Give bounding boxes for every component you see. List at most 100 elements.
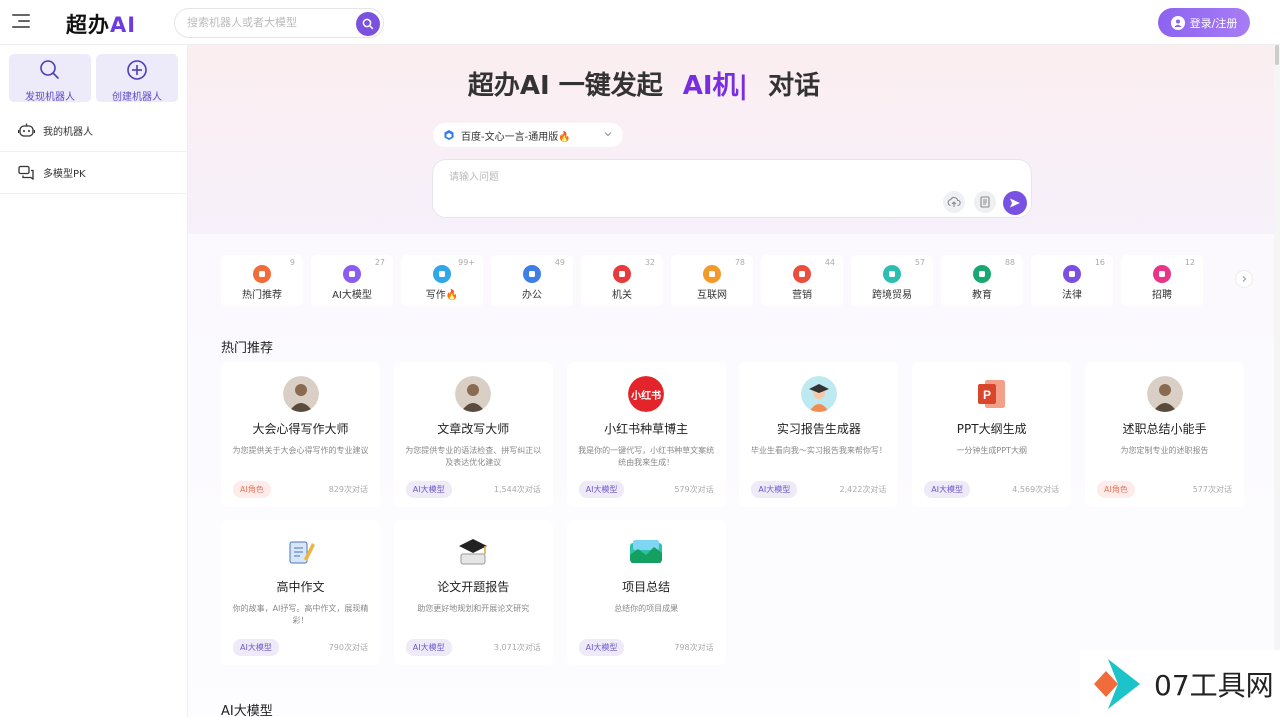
menu-toggle-icon[interactable]	[12, 14, 30, 30]
hero-title-highlight: AI机|	[682, 71, 749, 101]
category-tab[interactable]: 32 机关	[581, 255, 663, 306]
category-tab[interactable]: 9 热门推荐	[221, 255, 303, 306]
category-tab[interactable]: 44 营销	[761, 255, 843, 306]
bot-name: 实习报告生成器	[776, 422, 861, 436]
category-tab[interactable]: 49 办公	[491, 255, 573, 306]
bot-card[interactable]: 实习报告生成器 毕业生看向我～实习报告我来帮你写！ AI大模型 2,422次对话	[739, 362, 899, 507]
bot-tag: AI大模型	[924, 481, 971, 498]
plus-circle-icon	[127, 60, 147, 80]
category-label: 教育	[972, 290, 992, 301]
category-icon	[703, 265, 721, 283]
category-count: 57	[914, 258, 925, 267]
category-count: 16	[1094, 258, 1105, 267]
category-next-button[interactable]	[1235, 270, 1253, 288]
category-tab[interactable]: 99+ 写作🔥	[401, 255, 483, 306]
watermark: 07工具网	[1080, 650, 1280, 717]
category-icon	[253, 265, 271, 283]
upload-button[interactable]	[943, 191, 965, 213]
discover-bots-label: 发现机器人	[25, 92, 75, 103]
bot-description: 为您定制专业的述职报告	[1120, 446, 1209, 455]
discover-bots-button[interactable]: 发现机器人	[9, 54, 91, 103]
category-tab[interactable]: 57 跨境贸易	[851, 255, 933, 306]
category-label: 互联网	[697, 290, 727, 301]
bot-avatar	[800, 376, 837, 412]
category-label: 法律	[1062, 290, 1082, 301]
category-label: 办公	[522, 290, 542, 301]
bot-name: PPT大纲生成	[956, 422, 1027, 436]
category-tab[interactable]: 12 招聘	[1121, 255, 1203, 306]
bot-card[interactable]: 大会心得写作大师 为您提供关于大会心得写作的专业建议 AI角色 829次对话	[221, 362, 380, 507]
bot-tag: AI大模型	[578, 639, 625, 656]
sidebar-item-label: 我的机器人	[43, 127, 93, 138]
category-count: 99+	[458, 258, 475, 267]
content-area: 9 热门推荐 27 AI大模型 99+ 写作🔥 49 办公 32 机关 78 互联网 44 营销 57 跨境贸…	[188, 234, 1280, 717]
send-icon	[1010, 198, 1020, 208]
project-icon	[630, 540, 663, 563]
category-icon	[343, 265, 361, 283]
bot-description: 助您更好地规划和开展论文研究	[417, 604, 530, 613]
bot-card[interactable]: P PPT大纲生成 一分钟生成PPT大纲 AI大模型 4,569次对话	[912, 362, 1072, 507]
search-input[interactable]	[187, 16, 347, 29]
avatar-portrait	[1146, 376, 1183, 412]
app-logo[interactable]: 超办AI	[66, 9, 136, 39]
bot-tag: AI大模型	[405, 481, 452, 498]
model-select[interactable]: 百度-文心一言-通用版🔥	[433, 123, 623, 147]
avatar-portrait	[282, 376, 319, 412]
bot-card[interactable]: 高中作文 你的故事，AI抒写。高中作文，展现精彩！ AI大模型 790次对话	[221, 520, 380, 665]
category-bar: 9 热门推荐 27 AI大模型 99+ 写作🔥 49 办公 32 机关 78 互联网 44 营销 57 跨境贸…	[221, 255, 1261, 307]
bot-card[interactable]: 小红书 小红书种草博主 我是你的一键代写，小红书种草文案统统由我来生成！ AI大模型 5…	[566, 362, 726, 507]
category-count: 44	[824, 258, 835, 267]
bot-conversation-count: 1,544次对话	[493, 485, 541, 494]
category-count: 12	[1184, 258, 1195, 267]
bot-tag: AI大模型	[751, 481, 798, 498]
category-icon	[613, 265, 631, 283]
sidebar-item-my-bots[interactable]: 我的机器人	[0, 110, 187, 152]
question-box	[432, 159, 1032, 218]
send-button[interactable]	[1003, 191, 1027, 215]
category-label: AI大模型	[332, 290, 372, 301]
bot-avatar	[1146, 376, 1183, 412]
create-bot-button[interactable]: 创建机器人	[96, 54, 178, 103]
section-title-hot: 热门推荐	[221, 341, 274, 356]
login-label: 登录/注册	[1189, 16, 1238, 30]
top-header: 超办AI 登录/注册	[0, 0, 1280, 45]
cloud-upload-icon	[947, 196, 961, 207]
category-label: 机关	[612, 290, 632, 301]
category-label: 跨境贸易	[872, 290, 912, 301]
bot-avatar	[455, 534, 491, 570]
bot-description: 为您提供专业的语法检查、拼写纠正以及表达优化建议	[405, 446, 542, 467]
document-icon	[980, 196, 990, 208]
page-scrollbar[interactable]	[1274, 45, 1280, 717]
category-icon	[883, 265, 901, 283]
category-count: 49	[554, 258, 565, 267]
category-tab[interactable]: 27 AI大模型	[311, 255, 393, 306]
category-tab[interactable]: 78 互联网	[671, 255, 753, 306]
category-icon	[793, 265, 811, 283]
watermark-logo-icon	[1094, 658, 1140, 709]
bot-name: 大会心得写作大师	[252, 422, 349, 436]
ppt-icon: P	[977, 380, 1005, 408]
bot-card[interactable]: 论文开题报告 助您更好地规划和开展论文研究 AI大模型 3,071次对话	[393, 520, 553, 665]
category-tab[interactable]: 88 教育	[941, 255, 1023, 306]
sidebar-item-multi-model-pk[interactable]: 多模型PK	[0, 152, 187, 194]
bot-tag: AI大模型	[578, 481, 625, 498]
bot-description: 我是你的一键代写，小红书种草文案统统由我来生成！	[578, 446, 715, 467]
chevron-right-icon	[1242, 276, 1247, 282]
bot-card[interactable]: 述职总结小能手 为您定制专业的述职报告 AI角色 577次对话	[1085, 362, 1244, 507]
document-button[interactable]	[974, 191, 996, 213]
category-count: 78	[734, 258, 745, 267]
login-button[interactable]: 登录/注册	[1158, 8, 1250, 37]
bot-card[interactable]: 项目总结 总结你的项目成果 AI大模型 798次对话	[566, 520, 726, 665]
hero-title-suffix: 对话	[768, 71, 821, 101]
category-icon	[973, 265, 991, 283]
search-icon	[362, 18, 374, 30]
bot-card[interactable]: 文章改写大师 为您提供专业的语法检查、拼写纠正以及表达优化建议 AI大模型 1,544…	[393, 362, 553, 507]
avatar-portrait	[455, 376, 492, 412]
bot-tag: AI角色	[233, 481, 271, 498]
bot-avatar: 小红书	[628, 376, 665, 412]
search-box	[174, 8, 384, 38]
wenxin-model-icon	[444, 130, 454, 140]
category-tab[interactable]: 16 法律	[1031, 255, 1113, 306]
search-button[interactable]	[356, 12, 380, 36]
question-input[interactable]	[449, 168, 929, 192]
